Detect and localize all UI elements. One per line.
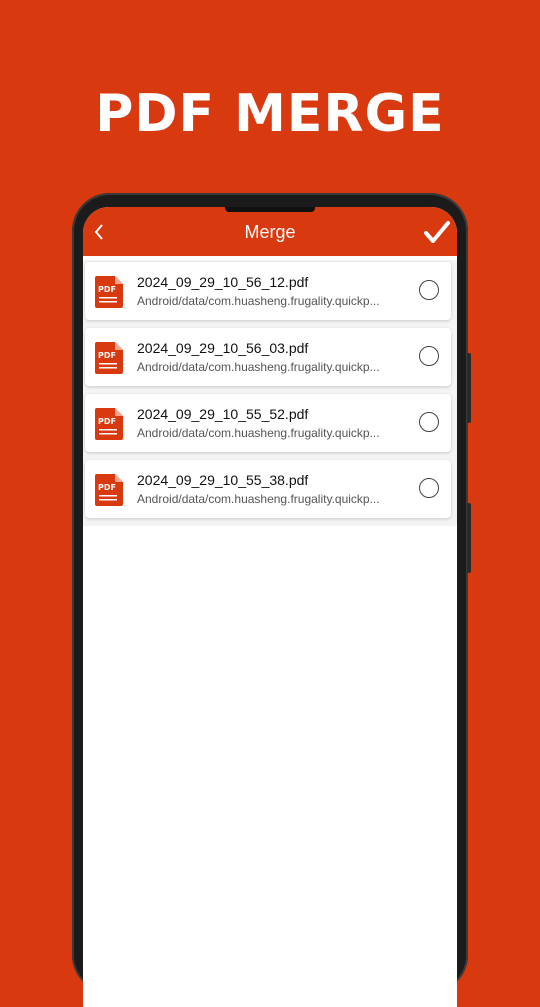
pdf-file-icon: PDF [95,474,123,506]
pdf-icon-label: PDF [98,351,116,360]
file-name: 2024_09_29_10_55_52.pdf [137,406,309,422]
promo-title: PDF MERGE [95,84,445,144]
file-list-item[interactable]: PDF 2024_09_29_10_55_38.pdf Android/data… [85,460,451,518]
file-list-item[interactable]: PDF 2024_09_29_10_56_03.pdf Android/data… [85,328,451,386]
file-list-item[interactable]: PDF 2024_09_29_10_55_52.pdf Android/data… [85,394,451,452]
phone-notch [225,207,315,212]
file-list-item[interactable]: PDF 2024_09_29_10_56_12.pdf Android/data… [85,262,451,320]
file-list: PDF 2024_09_29_10_56_12.pdf Android/data… [83,260,457,526]
pdf-icon-label: PDF [98,483,116,492]
file-name: 2024_09_29_10_56_12.pdf [137,274,309,290]
file-path: Android/data/com.huasheng.frugality.quic… [137,426,380,440]
phone-screen: Merge PDF 2024_09_29_10_56_12.pdf Androi… [83,207,457,1007]
app-bar: Merge [83,207,457,256]
file-path: Android/data/com.huasheng.frugality.quic… [137,360,380,374]
select-radio[interactable] [419,412,439,432]
select-radio[interactable] [419,346,439,366]
select-radio[interactable] [419,280,439,300]
pdf-file-icon: PDF [95,342,123,374]
checkmark-icon [424,221,450,243]
file-path: Android/data/com.huasheng.frugality.quic… [137,294,380,308]
phone-frame: Merge PDF 2024_09_29_10_56_12.pdf Androi… [72,193,471,1007]
confirm-button[interactable] [423,218,451,246]
phone-side-button [467,503,471,573]
file-path: Android/data/com.huasheng.frugality.quic… [137,492,380,506]
file-name: 2024_09_29_10_56_03.pdf [137,340,309,356]
pdf-file-icon: PDF [95,408,123,440]
phone-side-button [467,353,471,423]
select-radio[interactable] [419,478,439,498]
page-title: Merge [244,222,296,242]
pdf-icon-label: PDF [98,285,116,294]
file-name: 2024_09_29_10_55_38.pdf [137,472,309,488]
pdf-file-icon: PDF [95,276,123,308]
pdf-icon-label: PDF [98,417,116,426]
